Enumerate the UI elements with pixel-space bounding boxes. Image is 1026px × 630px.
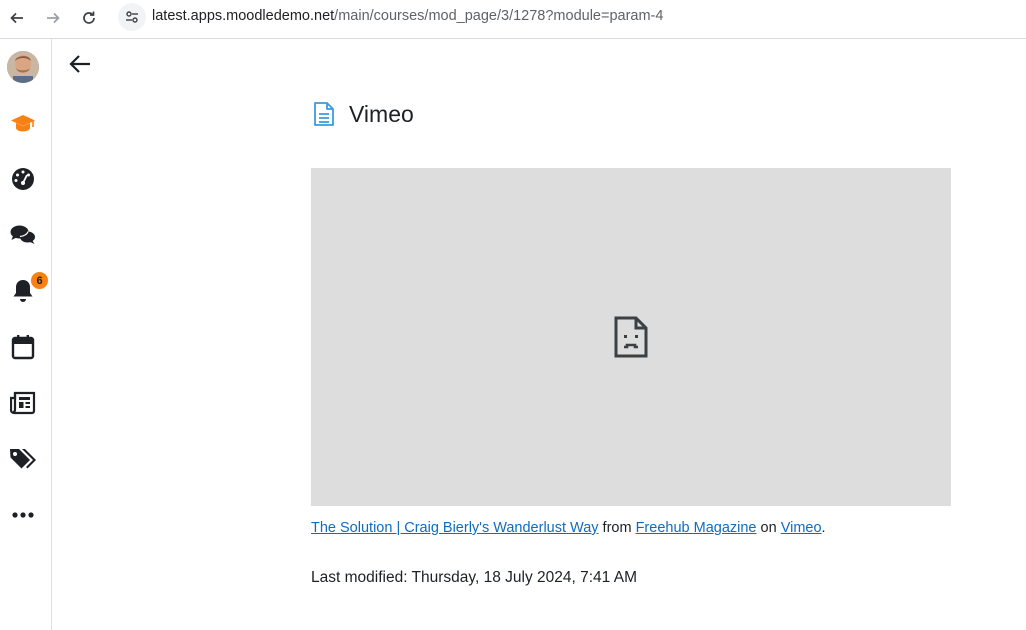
tags-icon — [10, 449, 36, 469]
gauge-icon — [12, 168, 34, 190]
page-resource-icon — [311, 99, 337, 129]
nav-dashboard[interactable] — [6, 162, 40, 196]
avatar-image — [7, 51, 39, 83]
browser-back-button[interactable] — [4, 5, 30, 31]
graduation-cap-icon — [11, 115, 35, 132]
publisher-link[interactable]: Freehub Magazine — [636, 520, 757, 536]
video-credit: The Solution | Craig Bierly's Wanderlust… — [311, 520, 826, 536]
newspaper-icon — [10, 391, 36, 415]
credit-from-text: from — [598, 520, 636, 536]
arrow-right-icon — [47, 12, 60, 24]
last-modified-text: Last modified: Thursday, 18 July 2024, 7… — [311, 569, 637, 586]
user-avatar[interactable] — [7, 51, 39, 83]
calendar-icon — [11, 335, 35, 360]
page-title: Vimeo — [349, 100, 414, 127]
broken-page-icon — [614, 316, 648, 358]
chat-bubbles-icon — [10, 225, 35, 244]
app-sidebar: 6 — [0, 39, 52, 630]
nav-more[interactable] — [6, 498, 40, 532]
vimeo-link[interactable]: Vimeo — [781, 520, 822, 536]
tune-icon — [126, 11, 138, 23]
browser-forward-button[interactable] — [40, 5, 66, 31]
url-path: /main/courses/mod_page/3/1278?module=par… — [334, 8, 664, 24]
nav-my-courses[interactable] — [6, 106, 40, 140]
arrow-left-icon — [69, 55, 90, 73]
notification-count-badge: 6 — [30, 271, 49, 290]
credit-end-text: . — [821, 520, 826, 536]
page-header: Vimeo — [311, 96, 414, 132]
nav-tags[interactable] — [6, 442, 40, 476]
nav-calendar[interactable] — [6, 330, 40, 364]
address-bar[interactable]: latest.apps.moodledemo.net/main/courses/… — [152, 6, 663, 26]
url-host: latest.apps.moodledemo.net — [152, 8, 335, 24]
nav-messages[interactable] — [6, 218, 40, 252]
site-info-button[interactable] — [118, 3, 146, 31]
browser-reload-button[interactable] — [76, 5, 102, 31]
credit-on-text: on — [756, 520, 781, 536]
arrow-left-icon — [10, 12, 23, 24]
reload-icon — [83, 11, 95, 24]
nav-site-news[interactable] — [6, 386, 40, 420]
ellipsis-icon — [12, 512, 34, 518]
vimeo-video-embed[interactable] — [311, 168, 951, 506]
video-title-link[interactable]: The Solution | Craig Bierly's Wanderlust… — [311, 520, 599, 536]
browser-toolbar: latest.apps.moodledemo.net/main/courses/… — [0, 0, 1026, 39]
back-button[interactable] — [66, 50, 94, 78]
